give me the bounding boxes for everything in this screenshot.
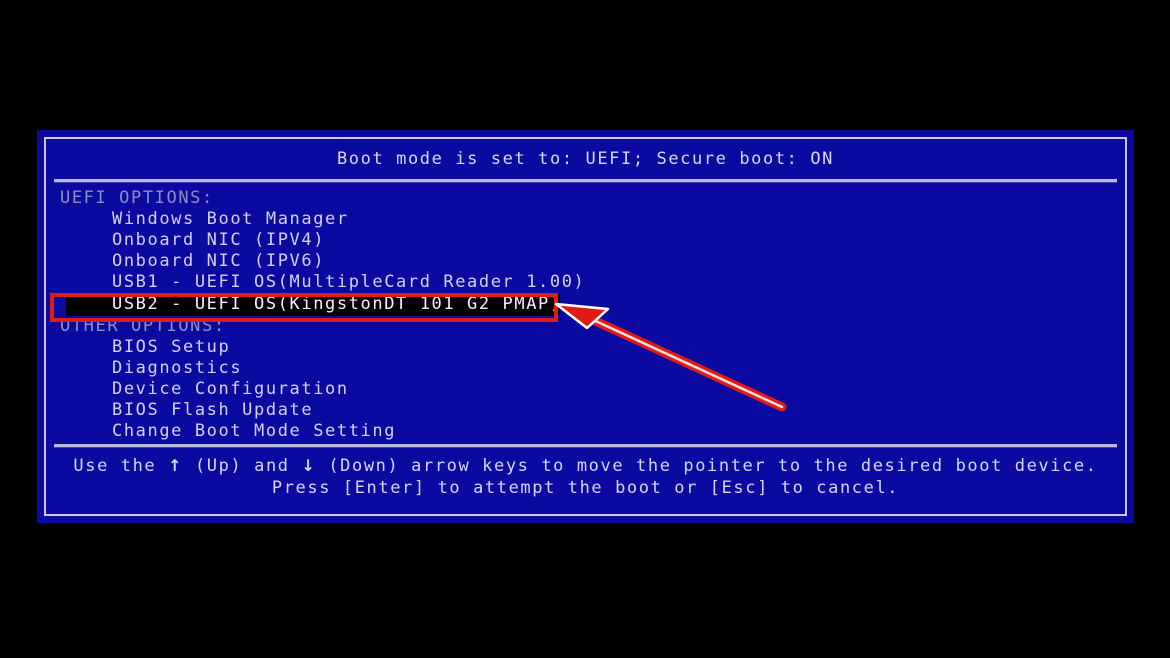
boot-options-list: UEFI OPTIONS: Windows Boot Manager Onboa… [46, 182, 1125, 444]
menu-item-usb2-kingston-selected[interactable]: USB2 - UEFI OS(KingstonDT 101 G2 PMAP) [66, 293, 560, 316]
help-text-area: Use the ↑ (Up) and ↓ (Down) arrow keys t… [46, 447, 1125, 499]
help-text-line-1-part-1: Use the [73, 456, 169, 476]
help-text-line-2: Press [Enter] to attempt the boot or [Es… [271, 478, 900, 498]
up-arrow-icon: ↑ [168, 456, 184, 475]
group-label-other-options: OTHER OPTIONS: [60, 316, 226, 336]
help-text-line-1: Use the ↑ (Up) and ↓ (Down) arrow keys t… [46, 455, 1125, 477]
help-text-line-1-part-3: (Down) arrow keys to move the pointer to… [316, 456, 1098, 476]
boot-options-panel: Boot mode is set to: UEFI; Secure boot: … [37, 130, 1134, 523]
boot-options-panel-inner: Boot mode is set to: UEFI; Secure boot: … [44, 137, 1127, 516]
menu-item-change-boot-mode-setting[interactable]: Change Boot Mode Setting [46, 421, 1125, 442]
menu-item-usb1-multiplecard-reader[interactable]: USB1 - UEFI OS(MultipleCard Reader 1.00) [46, 272, 1125, 293]
menu-item-bios-flash-update[interactable]: BIOS Flash Update [46, 400, 1125, 421]
menu-item-onboard-nic-ipv6[interactable]: Onboard NIC (IPV6) [46, 251, 1125, 272]
menu-item-diagnostics[interactable]: Diagnostics [46, 358, 1125, 379]
menu-item-device-configuration[interactable]: Device Configuration [46, 379, 1125, 400]
help-text-line-1-part-2: (Up) and [183, 456, 302, 476]
menu-item-windows-boot-manager[interactable]: Windows Boot Manager [46, 209, 1125, 230]
group-label-uefi-options: UEFI OPTIONS: [60, 188, 214, 208]
boot-mode-status-text: Boot mode is set to: UEFI; Secure boot: … [336, 149, 835, 169]
menu-item-onboard-nic-ipv4[interactable]: Onboard NIC (IPV4) [46, 230, 1125, 251]
bios-boot-menu-screen: Boot mode is set to: UEFI; Secure boot: … [0, 0, 1170, 658]
down-arrow-icon: ↓ [301, 456, 317, 475]
menu-item-bios-setup[interactable]: BIOS Setup [46, 337, 1125, 358]
boot-mode-status-row: Boot mode is set to: UEFI; Secure boot: … [46, 139, 1125, 179]
